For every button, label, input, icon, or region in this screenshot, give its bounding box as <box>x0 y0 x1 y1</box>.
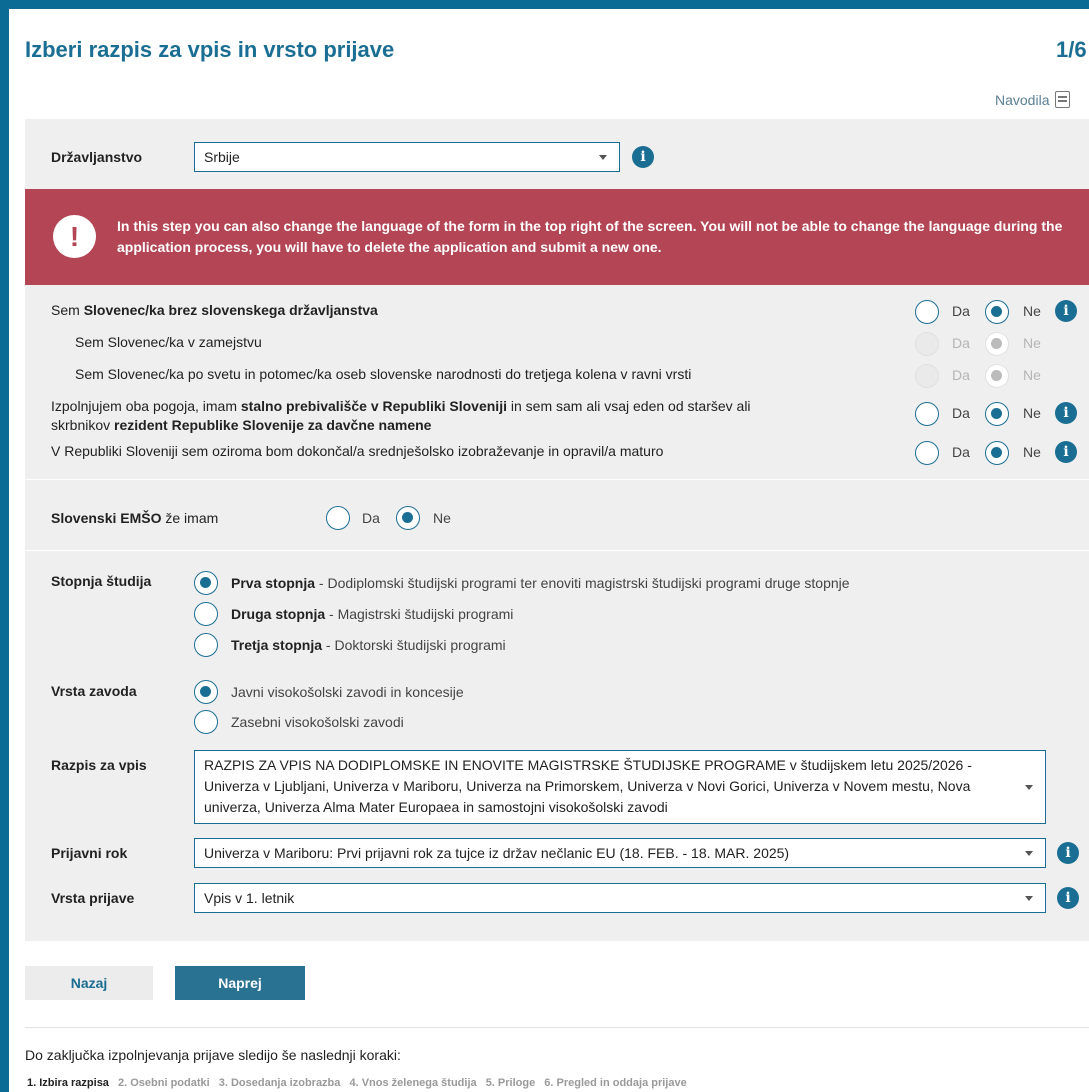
steps-list: 1. Izbira razpisa 2. Osebni podatki 3. D… <box>27 1077 693 1089</box>
study-level-label: Stopnja študija <box>51 573 152 589</box>
institution-option-public: Javni visokošolski zavodi in koncesije <box>231 684 464 700</box>
call-select[interactable]: RAZPIS ZA VPIS NA DODIPLOMSKE IN ENOVITE… <box>194 750 1046 824</box>
citizenship-select[interactable]: Srbije <box>194 142 620 172</box>
step-item: 4. Vnos želenega študija <box>349 1077 477 1089</box>
q4-radio-da[interactable] <box>915 402 939 426</box>
question-slovenian-without-citizenship: Sem Slovenec/ka brez slovenskega državlj… <box>51 302 378 318</box>
q1-label-ne: Ne <box>1023 303 1041 319</box>
q1-radio-da[interactable] <box>915 300 939 324</box>
application-type-label: Vrsta prijave <box>51 890 135 906</box>
emso-label: Slovenski EMŠO že imam <box>51 510 219 526</box>
citizenship-label: Državljanstvo <box>51 149 143 165</box>
q3-radio-ne <box>985 364 1009 388</box>
info-icon[interactable]: i <box>632 146 654 168</box>
application-page: Izberi razpis za vpis in vrsto prijave 1… <box>9 9 1089 1092</box>
q1-label-da: Da <box>952 303 970 319</box>
application-type-select[interactable]: Vpis v 1. letnik <box>194 883 1046 913</box>
deadline-select[interactable]: Univerza v Mariboru: Prvi prijavni rok z… <box>194 838 1046 868</box>
chevron-down-icon <box>599 155 607 160</box>
info-icon[interactable]: i <box>1055 441 1077 463</box>
deadline-value: Univerza v Mariboru: Prvi prijavni rok z… <box>204 845 790 861</box>
citizenship-value: Srbije <box>204 149 240 165</box>
emso-label-da: Da <box>362 510 380 526</box>
steps-intro: Do zaključka izpolnjevanja prijave sledi… <box>25 1047 401 1063</box>
deadline-label: Prijavni rok <box>51 845 128 861</box>
q2-radio-da <box>915 332 939 356</box>
q5-label-da: Da <box>952 444 970 460</box>
info-icon[interactable]: i <box>1057 842 1079 864</box>
q3-label-da: Da <box>952 367 970 383</box>
step-counter: 1/6 <box>1056 37 1087 62</box>
help-link[interactable]: Navodila <box>995 91 1071 108</box>
next-button[interactable]: Naprej <box>175 966 305 1000</box>
info-icon[interactable]: i <box>1055 402 1077 424</box>
step-item: 1. Izbira razpisa <box>27 1077 109 1089</box>
q1-radio-ne[interactable] <box>985 300 1009 324</box>
study-level-option-tretja: Tretja stopnja - Doktorski študijski pro… <box>231 637 506 653</box>
info-icon[interactable]: i <box>1057 887 1079 909</box>
call-value: RAZPIS ZA VPIS NA DODIPLOMSKE IN ENOVITE… <box>204 757 972 815</box>
institution-radio-public[interactable] <box>194 680 218 704</box>
q4-radio-ne[interactable] <box>985 402 1009 426</box>
study-level-radio-tretja[interactable] <box>194 633 218 657</box>
q5-label-ne: Ne <box>1023 444 1041 460</box>
study-level-option-druga: Druga stopnja - Magistrski študijski pro… <box>231 606 514 622</box>
question-slovenian-worldwide: Sem Slovenec/ka po svetu in potomec/ka o… <box>75 366 692 382</box>
step-item: 6. Pregled in oddaja prijave <box>544 1077 687 1089</box>
manual-icon <box>1055 91 1071 108</box>
study-level-radio-druga[interactable] <box>194 602 218 626</box>
footer-divider <box>25 1027 1089 1028</box>
q2-radio-ne <box>985 332 1009 356</box>
step-item: 2. Osebni podatki <box>118 1077 210 1089</box>
q3-radio-da <box>915 364 939 388</box>
emso-label-ne: Ne <box>433 510 451 526</box>
q2-label-ne: Ne <box>1023 335 1041 351</box>
chevron-down-icon <box>1025 896 1033 901</box>
study-level-option-prva: Prva stopnja - Dodiplomski študijski pro… <box>231 575 850 591</box>
call-label: Razpis za vpis <box>51 757 147 773</box>
institution-option-private: Zasebni visokošolski zavodi <box>231 714 404 730</box>
info-icon[interactable]: i <box>1055 300 1077 322</box>
q5-radio-da[interactable] <box>915 441 939 465</box>
alert-message: In this step you can also change the lan… <box>117 218 1063 255</box>
institution-type-label: Vrsta zavoda <box>51 683 137 699</box>
question-secondary-education: V Republiki Sloveniji sem oziroma bom do… <box>51 443 664 459</box>
language-alert: ! In this step you can also change the l… <box>25 189 1089 285</box>
application-type-value: Vpis v 1. letnik <box>204 890 295 906</box>
step-item: 3. Dosedanja izobrazba <box>218 1077 341 1089</box>
page-title: Izberi razpis za vpis in vrsto prijave <box>25 37 395 62</box>
emso-radio-da[interactable] <box>326 506 350 530</box>
back-button[interactable]: Nazaj <box>25 966 153 1000</box>
chevron-down-icon <box>1025 851 1033 856</box>
q5-radio-ne[interactable] <box>985 441 1009 465</box>
q3-label-ne: Ne <box>1023 367 1041 383</box>
question-slovenian-abroad-border: Sem Slovenec/ka v zamejstvu <box>75 334 262 350</box>
institution-radio-private[interactable] <box>194 710 218 734</box>
q4-label-da: Da <box>952 405 970 421</box>
chevron-down-icon <box>1025 785 1033 790</box>
step-item: 5. Priloge <box>485 1077 536 1089</box>
emso-radio-ne[interactable] <box>396 506 420 530</box>
q4-label-ne: Ne <box>1023 405 1041 421</box>
exclamation-icon: ! <box>53 215 96 258</box>
q2-label-da: Da <box>952 335 970 351</box>
question-residence-tax: Izpolnjujem oba pogoja, imam stalno preb… <box>51 398 751 433</box>
study-level-radio-prva[interactable] <box>194 571 218 595</box>
help-label: Navodila <box>995 91 1050 108</box>
